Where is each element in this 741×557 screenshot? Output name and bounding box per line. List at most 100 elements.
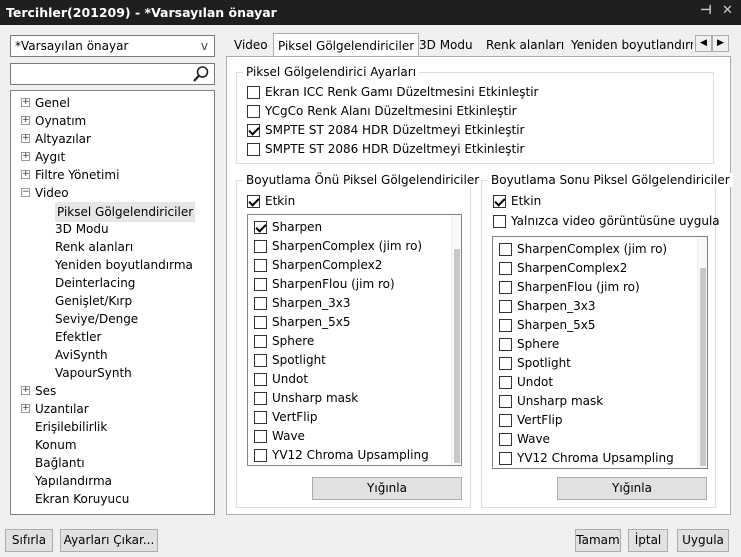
checkbox[interactable] (254, 240, 267, 253)
checkbox[interactable] (499, 262, 512, 275)
checkbox-label: Spotlight (517, 356, 571, 370)
post-resize-group: Boyutlama Sonu Piksel Gölgelendiriciler … (481, 173, 733, 508)
title-bar: Tercihler(201209) - *Varsayılan önayar ⊣… (0, 0, 741, 25)
checkbox-label: SMPTE ST 2084 HDR Düzeltmeyi Etkinleştir (265, 123, 525, 137)
checkbox[interactable] (254, 221, 267, 234)
expand-icon[interactable]: + (21, 170, 30, 179)
collapse-icon[interactable]: − (21, 188, 30, 197)
checkbox[interactable] (254, 278, 267, 291)
tab-resizing[interactable]: Yeniden boyutlandırma (567, 36, 693, 57)
expand-icon[interactable]: + (21, 98, 30, 107)
tab-scroll-right-icon[interactable]: ▶ (712, 35, 729, 52)
tree-item-label: Oynatım (35, 114, 87, 128)
tab-color-spaces[interactable]: Renk alanları (482, 36, 568, 57)
pre-stack-button[interactable]: Yığınla (312, 477, 462, 500)
checkbox[interactable] (254, 335, 267, 348)
checkbox[interactable] (499, 338, 512, 351)
checkbox[interactable] (247, 86, 260, 99)
pixel-shaders-panel: Piksel Gölgelendirici Ayarları Ekran ICC… (226, 56, 733, 515)
checkbox[interactable] (247, 105, 260, 118)
checkbox[interactable] (493, 195, 506, 208)
tree-item-label: Aygıt (35, 150, 66, 164)
tab-video[interactable]: Video (230, 36, 272, 57)
tree-item-label: Video (35, 186, 69, 200)
checkbox[interactable] (254, 392, 267, 405)
checkbox[interactable] (247, 143, 260, 156)
checkbox[interactable] (499, 300, 512, 313)
button-label: Uygula (682, 533, 724, 547)
checkbox[interactable] (499, 452, 512, 465)
chevron-down-icon[interactable]: v (201, 39, 208, 53)
window-title: Tercihler(201209) - *Varsayılan önayar (6, 5, 277, 20)
apply-button[interactable]: Uygula (677, 529, 729, 552)
checkbox[interactable] (247, 124, 260, 137)
checkbox-label: Yalnızca video görüntüsüne uygula (511, 214, 720, 228)
checkbox-label: SMPTE ST 2086 HDR Düzeltmeyi Etkinleştir (265, 142, 525, 156)
checkbox[interactable] (499, 243, 512, 256)
search-icon[interactable] (192, 65, 210, 83)
tree-item-label: Uzantılar (35, 402, 89, 416)
expand-icon[interactable]: + (21, 134, 30, 143)
search-input[interactable] (10, 63, 215, 85)
checkbox[interactable] (254, 430, 267, 443)
checkbox[interactable] (254, 373, 267, 386)
preset-select[interactable]: *Varsayılan önayar v (10, 35, 215, 57)
tree-item-label: 3D Modu (55, 222, 109, 236)
post-shader-list[interactable]: SharpenComplex (jim ro) SharpenComplex2 Sh… (492, 236, 708, 469)
checkbox-label: Wave (517, 432, 550, 446)
tab-3d-mode[interactable]: 3D Modu (415, 36, 477, 57)
checkbox[interactable] (499, 433, 512, 446)
ok-button[interactable]: Tamam (575, 529, 621, 552)
checkbox[interactable] (499, 376, 512, 389)
tree-item-label: Altyazılar (35, 132, 91, 146)
checkbox[interactable] (254, 449, 267, 462)
button-label: İptal (634, 533, 662, 547)
checkbox-label: Sharpen_3x3 (272, 296, 351, 310)
reset-button[interactable]: Sıfırla (5, 529, 53, 552)
tree-item-label: Filtre Yönetimi (35, 168, 120, 182)
tree-item-label: Efektler (55, 330, 102, 344)
checkbox[interactable] (499, 319, 512, 332)
cancel-button[interactable]: İptal (628, 529, 668, 552)
post-stack-button[interactable]: Yığınla (557, 477, 707, 500)
expand-icon[interactable]: + (21, 386, 30, 395)
settings-tree[interactable]: + Genel + Oynatım + Altyazılar + Aygıt + Filtre Y… (10, 90, 215, 515)
checkbox[interactable] (499, 357, 512, 370)
tree-item-label: Yeniden boyutlandırma (55, 258, 193, 272)
close-icon[interactable]: ✕ (722, 3, 733, 18)
scrollbar[interactable] (451, 215, 461, 465)
checkbox-label: SharpenComplex (jim ro) (272, 239, 423, 253)
checkbox[interactable] (247, 195, 260, 208)
pre-shader-list[interactable]: Sharpen SharpenComplex (jim ro) SharpenCom… (247, 214, 462, 466)
checkbox-label: YV12 Chroma Upsampling (517, 451, 674, 465)
checkbox-label: Sharpen_5x5 (272, 315, 351, 329)
checkbox[interactable] (499, 281, 512, 294)
expand-icon[interactable]: + (21, 116, 30, 125)
expand-icon[interactable]: + (21, 152, 30, 161)
export-settings-button[interactable]: Ayarları Çıkar... (60, 529, 158, 552)
checkbox-label: SharpenComplex (jim ro) (517, 242, 668, 256)
checkbox[interactable] (254, 411, 267, 424)
checkbox[interactable] (254, 316, 267, 329)
checkbox[interactable] (254, 297, 267, 310)
checkbox[interactable] (254, 354, 267, 367)
checkbox-label: YV12 Chroma Upsampling (272, 448, 429, 462)
checkbox-label: SharpenFlou (jim ro) (517, 280, 640, 294)
checkbox[interactable] (254, 259, 267, 272)
checkbox-label: Ekran ICC Renk Gamı Düzeltmesini Etkinle… (265, 85, 539, 99)
checkbox-label: YCgCo Renk Alanı Düzeltmesini Etkinleşti… (265, 104, 517, 118)
checkbox[interactable] (499, 414, 512, 427)
checkbox-label: SharpenFlou (jim ro) (272, 277, 395, 291)
checkbox[interactable] (493, 215, 506, 228)
scrollbar[interactable] (697, 237, 707, 468)
tab-pixel-shaders[interactable]: Piksel Gölgelendiriciler (273, 33, 420, 58)
pin-icon[interactable]: ⊣ (700, 3, 712, 18)
tab-scroll-left-icon[interactable]: ◀ (695, 35, 712, 52)
checkbox[interactable] (499, 395, 512, 408)
scrollbar-thumb[interactable] (700, 268, 706, 466)
scrollbar-thumb[interactable] (454, 249, 460, 463)
expand-icon[interactable]: + (21, 404, 30, 413)
checkbox-label: Sharpen_3x3 (517, 299, 596, 313)
preset-value: *Varsayılan önayar (15, 39, 129, 53)
group-legend: Boyutlama Sonu Piksel Gölgelendiriciler (488, 173, 733, 187)
